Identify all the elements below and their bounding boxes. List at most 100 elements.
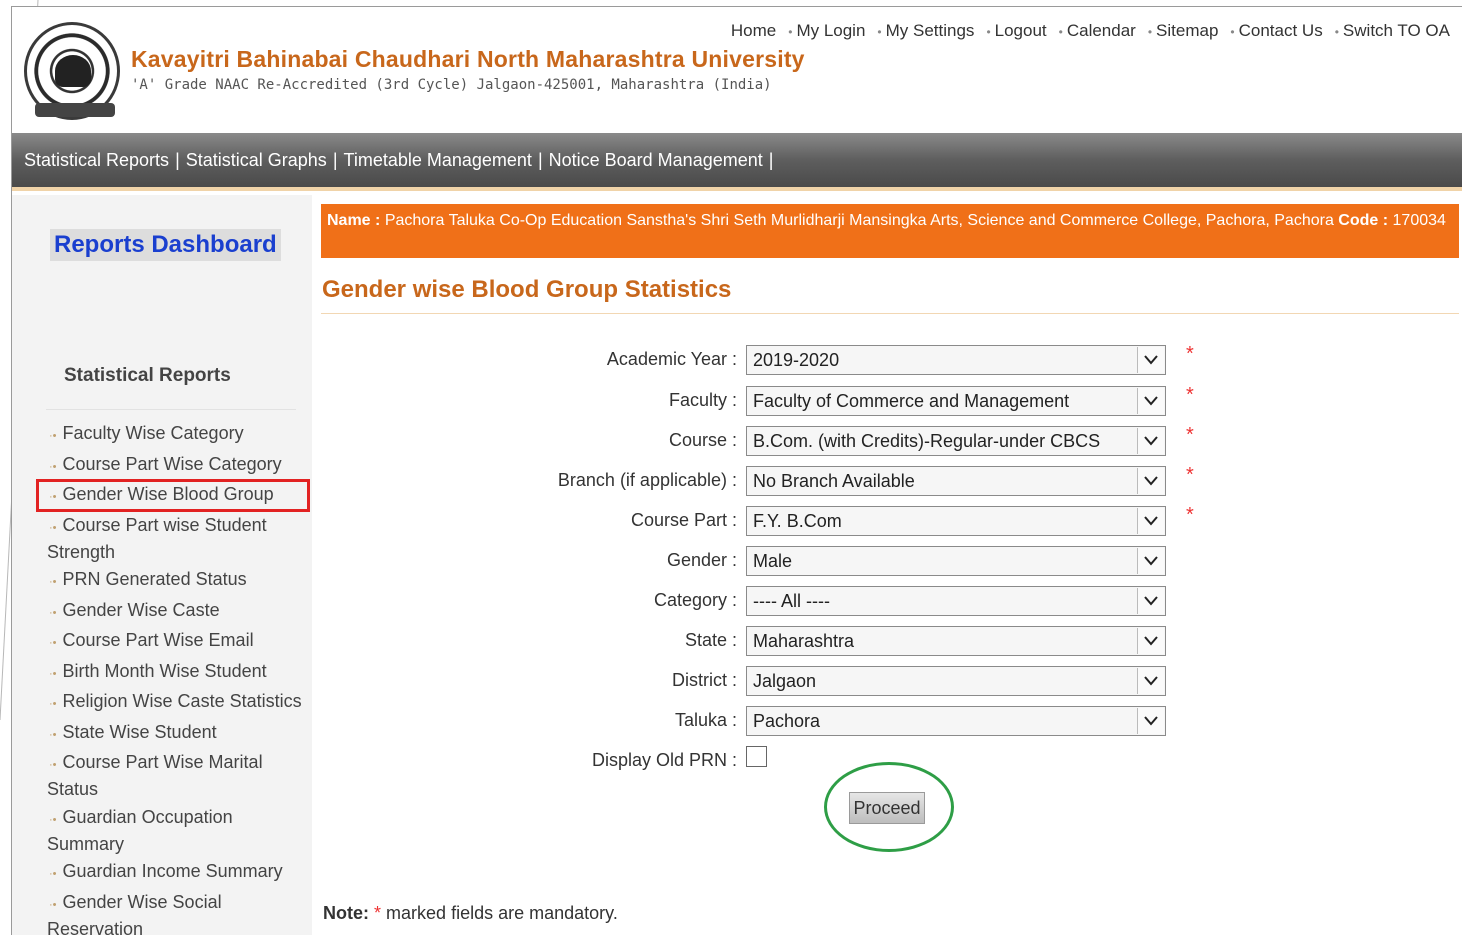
chevron-down-icon[interactable] [1137,468,1164,494]
bullet-icon: • [1147,25,1153,39]
note-text: marked fields are mandatory. [386,903,618,923]
district-label: District : [672,670,737,690]
faculty-select[interactable]: Faculty of Commerce and Management [746,386,1166,416]
bullet-icon: ·• [49,759,57,771]
menu-item-course-part-wise-student-strength[interactable]: ·• Course Part wise Student Strength [47,513,307,564]
top-link-switch-to-oa[interactable]: • Switch TO OA [1335,21,1450,41]
reports-dashboard-link[interactable]: Reports Dashboard [50,229,281,261]
course-part-label: Course Part : [630,510,737,530]
nav-separator: | [768,150,774,170]
gender-label: Gender : [666,550,737,570]
nav-statistical-graphs[interactable]: Statistical Graphs [186,150,327,170]
menu-item-state-wise-student[interactable]: ·• State Wise Student [47,720,307,747]
chevron-down-icon[interactable] [1137,668,1164,694]
course-row: Course : B.Com. (with Credits)-Regular-u… [420,424,1220,456]
code-label: Code : [1338,212,1389,229]
menu-item-guardian-occupation-summary[interactable]: ·• Guardian Occupation Summary [47,805,307,856]
university-logo [24,22,120,120]
bullet-icon: ·• [49,430,57,442]
required-asterisk: * [1186,343,1194,365]
menu-item-religion-wise-caste-statistics[interactable]: ·• Religion Wise Caste Statistics [47,689,307,716]
nav-separator: | [332,150,338,170]
college-info-bar: Name : Pachora Taluka Co-Op Education Sa… [321,204,1459,258]
statistical-reports-heading: Statistical Reports [64,365,231,386]
chevron-down-icon[interactable] [1137,588,1164,614]
course-select[interactable]: B.Com. (with Credits)-Regular-under CBCS [746,426,1166,456]
bullet-icon: ·• [49,728,57,741]
menu-item-gender-wise-blood-group[interactable]: ·• Gender Wise Blood Group [36,479,310,512]
top-link-home[interactable]: Home [731,21,776,41]
nav-notice-board-management[interactable]: Notice Board Management [549,150,763,170]
menu-item-course-part-wise-marital-status[interactable]: ·• Course Part Wise Marital Status [47,750,307,801]
top-link-logout[interactable]: • Logout [986,21,1046,41]
chevron-down-icon[interactable] [1137,428,1164,454]
top-link-my-login[interactable]: • My Login [788,21,865,41]
chevron-down-icon[interactable] [1137,628,1164,654]
top-link-sitemap[interactable]: • Sitemap [1148,21,1219,41]
taluka-select[interactable]: Pachora [746,706,1166,736]
district-row: District : Jalgaon [420,666,1220,696]
category-label: Category : [653,590,737,610]
top-link-contact-us[interactable]: • Contact Us [1230,21,1322,41]
bullet-icon: • [986,25,991,39]
academic-year-select[interactable]: 2019-2020 [746,345,1166,375]
gender-select[interactable]: Male [746,546,1166,576]
display-old-prn-row: Display Old PRN : [420,746,1220,776]
bullet-icon: • [1058,25,1063,39]
state-row: State : Maharashtra [420,626,1220,656]
faculty-row: Faculty : Faculty of Commerce and Manage… [420,384,1220,416]
bullet-icon: • [877,25,882,39]
bullet-icon: ·• [49,898,57,911]
logo-ribbon-icon [35,103,115,117]
nav-timetable-management[interactable]: Timetable Management [344,150,532,170]
main-nav-bar: Statistical Reports | Statistical Graphs | T… [12,133,1462,191]
chevron-down-icon[interactable] [1137,548,1164,574]
page-title: Gender wise Blood Group Statistics [322,276,732,303]
bullet-icon: • [1334,25,1339,39]
required-asterisk: * [1186,384,1194,406]
university-name: Kavayitri Bahinabai Chaudhari North Maha… [131,46,805,72]
display-old-prn-checkbox[interactable] [746,746,767,767]
bullet-icon: ·• [49,667,57,680]
nav-statistical-reports[interactable]: Statistical Reports [24,150,169,170]
top-link-my-settings[interactable]: • My Settings [877,21,974,41]
menu-item-birth-month-wise-student[interactable]: ·• Birth Month Wise Student [47,659,307,686]
nav-separator: | [175,150,180,170]
category-select[interactable]: ---- All ---- [746,586,1166,616]
bullet-icon: ·• [49,813,57,826]
menu-item-gender-wise-caste[interactable]: ·• Gender Wise Caste [47,598,307,625]
required-asterisk: * [1186,504,1194,526]
menu-item-guardian-income-summary[interactable]: ·• Guardian Income Summary [47,859,307,886]
menu-item-faculty-wise-category[interactable]: ·• Faculty Wise Category [47,421,307,448]
chevron-down-icon[interactable] [1137,388,1164,414]
chevron-down-icon[interactable] [1137,708,1164,734]
top-links: Home • My Login • My Settings • Logout • Cal… [719,21,1450,41]
bullet-icon: ·• [49,491,57,503]
menu-item-gender-wise-social-reservation[interactable]: ·• Gender Wise Social Reservation [47,890,307,935]
required-asterisk: * [1186,424,1194,446]
bullet-icon: ·• [49,606,57,619]
menu-item-course-part-wise-category[interactable]: ·• Course Part Wise Category [47,452,307,479]
display-old-prn-label: Display Old PRN : [591,750,737,770]
bullet-icon: ·• [49,698,57,710]
menu-item-course-part-wise-email[interactable]: ·• Course Part Wise Email [47,628,307,655]
chevron-down-icon[interactable] [1137,508,1164,534]
taluka-label: Taluka : [674,710,737,730]
menu-item-prn-generated-status[interactable]: ·• PRN Generated Status [47,567,307,594]
district-select[interactable]: Jalgaon [746,666,1166,696]
chevron-down-icon[interactable] [1137,347,1164,373]
note-label: Note: [323,903,369,923]
logo-emblem-icon [55,55,91,87]
bullet-icon: ·• [49,868,57,880]
college-name: Pachora Taluka Co-Op Education Sanstha's… [384,212,1334,229]
course-part-select[interactable]: F.Y. B.Com [746,506,1166,536]
top-link-calendar[interactable]: • Calendar [1059,21,1136,41]
branch-select[interactable]: No Branch Available [746,466,1166,496]
faculty-label: Faculty : [668,390,737,410]
academic-year-row: Academic Year : 2019-2020 * [420,343,1220,375]
state-select[interactable]: Maharashtra [746,626,1166,656]
proceed-button[interactable]: Proceed [849,792,925,824]
course-label: Course : [668,430,737,450]
bullet-icon: ·• [49,576,57,588]
academic-year-label: Academic Year : [606,349,737,369]
